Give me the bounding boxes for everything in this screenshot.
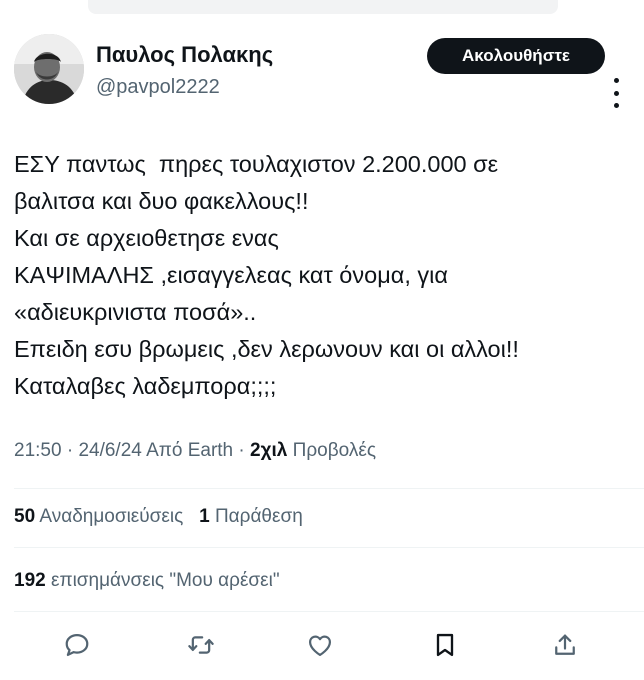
retweet-icon[interactable]	[181, 625, 221, 665]
author-name[interactable]: Παυλος Πολακης	[96, 42, 273, 68]
tweet-meta: 21:50 · 24/6/24 Από Earth · 2χιλ Προβολέ…	[14, 440, 376, 462]
likes-label[interactable]: επισημάνσεις "Μου αρέσει"	[51, 570, 280, 591]
like-stats: 192 επισημάνσεις "Μου αρέσει"	[14, 570, 280, 592]
tweet-line: Καταλαβες λαδεμπορα;;;;	[14, 373, 277, 399]
tweet-time[interactable]: 21:50	[14, 440, 62, 461]
follow-button[interactable]: Ακολουθήστε	[427, 38, 605, 74]
tweet-text: ΕΣΥ παντως πηρες τουλαχιστον 2.200.000 σ…	[14, 146, 624, 405]
tweet-line: ΚΑΨΙΜΑΛΗΣ ,εισαγγελεας κατ όνομα, για	[14, 262, 448, 288]
tweet-line: βαλιτσα και δυο φακελλους!!	[14, 188, 309, 214]
meta-separator: ·	[66, 440, 79, 461]
reply-icon[interactable]	[57, 625, 97, 665]
tweet-line: ΕΣΥ παντως πηρες τουλαχιστον 2.200.000 σ…	[14, 151, 499, 177]
likes-count[interactable]: 192	[14, 570, 46, 591]
divider	[14, 488, 644, 489]
quotes-label[interactable]: Παράθεση	[215, 506, 303, 527]
views-label: Προβολές	[292, 440, 377, 461]
more-options-icon[interactable]	[612, 78, 620, 108]
reposts-label[interactable]: Αναδημοσιεύσεις	[39, 506, 183, 527]
author-handle[interactable]: @pavpol2222	[96, 76, 220, 99]
top-strip	[88, 0, 558, 14]
divider	[14, 611, 644, 612]
tweet-line: «αδιευκρινιστα ποσά»..	[14, 299, 257, 325]
like-icon[interactable]	[300, 625, 340, 665]
tweet-source: Από Earth	[146, 440, 234, 461]
tweet-header: Παυλος Πολακης @pavpol2222 Ακολουθήστε	[14, 34, 630, 106]
action-bar	[14, 625, 630, 665]
reposts-count[interactable]: 50	[14, 506, 35, 527]
quotes-count[interactable]: 1	[199, 506, 210, 527]
tweet-line: Επειδη εσυ βρωμεις ,δεν λερωνουν και οι …	[14, 336, 519, 362]
divider	[14, 547, 644, 548]
views-count: 2χιλ	[250, 440, 288, 461]
share-icon[interactable]	[545, 625, 585, 665]
avatar[interactable]	[14, 34, 84, 104]
bookmark-icon[interactable]	[425, 625, 465, 665]
repost-stats: 50 Αναδημοσιεύσεις 1 Παράθεση	[14, 506, 303, 528]
tweet-line: Και σε αρχειοθετησε ενας	[14, 225, 279, 251]
tweet-date[interactable]: 24/6/24	[78, 440, 141, 461]
meta-separator: ·	[238, 440, 251, 461]
